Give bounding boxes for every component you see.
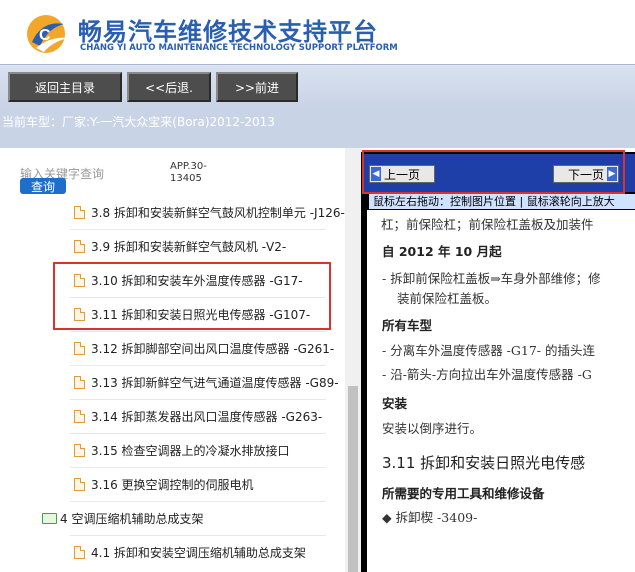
- doc-line: 装前保险杠盖板。: [397, 291, 498, 306]
- file-icon: [74, 205, 85, 219]
- tree-item-label: 3.10 拆卸和安装车外温度传感器 -G17-: [91, 273, 303, 288]
- file-icon: [74, 409, 85, 423]
- doc-line: - 沿-箭头-方向拉出车外温度传感器 -G: [382, 367, 592, 382]
- app-code: APP.30-13405: [170, 161, 207, 184]
- prev-page-button[interactable]: ◀ 上一页: [369, 165, 435, 183]
- tree-item-label: 3.15 检查空调器上的冷凝水排放接口: [91, 443, 290, 458]
- home-button[interactable]: 返回主目录: [8, 72, 122, 102]
- brand-subtitle: CHANG YI AUTO MAINTENANCE TECHNOLOGY SUP…: [80, 43, 398, 53]
- next-page-button[interactable]: 下一页 ▶: [553, 165, 619, 183]
- home-button-label: 返回主目录: [34, 80, 95, 95]
- file-icon: [74, 477, 85, 491]
- tree-item-label: 4 空调压缩机辅助总成支架: [60, 511, 204, 526]
- doc-line: - 分离车外温度传感器 -G17- 的插头连: [382, 343, 595, 358]
- doc-line: - 拆卸前保险杠盖板⇒车身外部维修；修: [382, 271, 601, 286]
- current-model-text: 当前车型：厂家:Y-一汽大众宝来(Bora)2012-2013: [2, 113, 275, 130]
- tree-item[interactable]: 3.12 拆卸脚部空间出风口温度传感器 -G261-: [0, 331, 345, 365]
- document-page[interactable]: 杠；前保险杠；前保险杠盖板及加装件 自 2012 年 10 月起 - 拆卸前保险…: [367, 210, 635, 572]
- tree-item-label: 3.12 拆卸脚部空间出风口温度传感器 -G261-: [91, 341, 335, 356]
- tree-item[interactable]: 3.10 拆卸和安装车外温度传感器 -G17-: [0, 263, 345, 297]
- catalog-panel: 输入关键字查询 查询 APP.30-13405 3.8 拆卸和安装新鲜空气鼓风机…: [0, 148, 345, 572]
- viewer-nav-bar: ◀ 上一页 下一页 ▶: [364, 154, 635, 192]
- tree-item-label: 3.9 拆卸和安装新鲜空气鼓风机 -V2-: [91, 239, 287, 254]
- left-arrow-icon: ◀: [371, 167, 381, 181]
- tree-folder[interactable]: 4 空调压缩机辅助总成支架: [0, 501, 345, 535]
- tree-item-label: 3.13 拆卸新鲜空气进气通道温度传感器 -G89-: [91, 375, 339, 390]
- cy-logo-icon: C: [27, 15, 68, 53]
- current-model-bar: 当前车型：厂家:Y-一汽大众宝来(Bora)2012-2013: [0, 108, 635, 148]
- file-icon: [74, 545, 85, 559]
- viewer-hint: 鼠标左右拖动：控制图片位置 | 鼠标滚轮向上放大: [369, 194, 635, 209]
- doc-line: 安装以倒序进行。: [382, 421, 483, 436]
- right-arrow-icon: ▶: [607, 167, 617, 181]
- current-model-value: 厂家:Y-一汽大众宝来(Bora)2012-2013: [62, 115, 275, 129]
- tree-item-label: 4.1 拆卸和安装空调压缩机辅助总成支架: [91, 545, 306, 560]
- tree-item-label: 3.8 拆卸和安装新鲜空气鼓风机控制单元 -J126-: [91, 205, 345, 220]
- forward-button[interactable]: >>前进: [216, 72, 298, 102]
- forward-button-label: >>前进: [234, 80, 280, 95]
- file-icon: [74, 307, 85, 321]
- svg-text:C: C: [39, 27, 51, 44]
- doc-section-title: 3.11 拆卸和安装日照光电传感: [382, 454, 586, 472]
- tree-item-label: 3.16 更换空调控制的伺服电机: [91, 477, 254, 492]
- brand-title: 畅易汽车维修技术支持平台: [78, 18, 378, 46]
- tree-item[interactable]: 3.15 检查空调器上的冷凝水排放接口: [0, 433, 345, 467]
- scrollbar-thumb[interactable]: [348, 386, 358, 572]
- tree-item[interactable]: 4.1 拆卸和安装空调压缩机辅助总成支架: [0, 535, 345, 569]
- file-icon: [74, 375, 85, 389]
- search-button[interactable]: 查询: [20, 178, 66, 194]
- current-model-label: 当前车型：: [2, 115, 63, 129]
- tree-item[interactable]: 3.11 拆卸和安装日照光电传感器 -G107-: [0, 297, 345, 331]
- back-button[interactable]: <<后退.: [127, 72, 211, 102]
- doc-heading: 自 2012 年 10 月起: [382, 244, 502, 259]
- prev-page-label: 上一页: [384, 167, 421, 182]
- file-icon: [74, 239, 85, 253]
- folder-icon: [42, 512, 57, 524]
- tree-item[interactable]: 3.9 拆卸和安装新鲜空气鼓风机 -V2-: [0, 229, 345, 263]
- file-icon: [74, 273, 85, 287]
- file-icon: [74, 341, 85, 355]
- toolbar: 返回主目录 <<后退. >>前进: [0, 64, 635, 108]
- doc-line: 杠；前保险杠；前保险杠盖板及加装件: [381, 217, 594, 232]
- tree-item[interactable]: 3.8 拆卸和安装新鲜空气鼓风机控制单元 -J126-: [0, 195, 345, 229]
- tree-item-label: 3.14 拆卸蒸发器出风口温度传感器 -G263-: [91, 409, 323, 424]
- tree-item[interactable]: 3.16 更换空调控制的伺服电机: [0, 467, 345, 501]
- next-page-label: 下一页: [567, 167, 604, 182]
- doc-heading: 所有车型: [382, 318, 433, 333]
- document-viewer: ◀ 上一页 下一页 ▶ 鼠标左右拖动：控制图片位置 | 鼠标滚轮向上放大 杠；前…: [361, 152, 635, 572]
- tree-item[interactable]: 3.14 拆卸蒸发器出风口温度传感器 -G263-: [0, 399, 345, 433]
- app-header: C 畅易汽车维修技术支持平台 CHANG YI AUTO MAINTENANCE…: [0, 0, 635, 64]
- catalog-scrollbar[interactable]: [345, 148, 361, 572]
- doc-heading: 所需要的专用工具和维修设备: [382, 486, 545, 501]
- back-button-label: <<后退.: [145, 80, 193, 95]
- doc-line: ◆ 拆卸楔 -3409-: [382, 510, 478, 525]
- tree-item-label: 3.11 拆卸和安装日照光电传感器 -G107-: [91, 307, 311, 322]
- doc-heading: 安装: [382, 396, 408, 411]
- tree-item[interactable]: 3.13 拆卸新鲜空气进气通道温度传感器 -G89-: [0, 365, 345, 399]
- file-icon: [74, 443, 85, 457]
